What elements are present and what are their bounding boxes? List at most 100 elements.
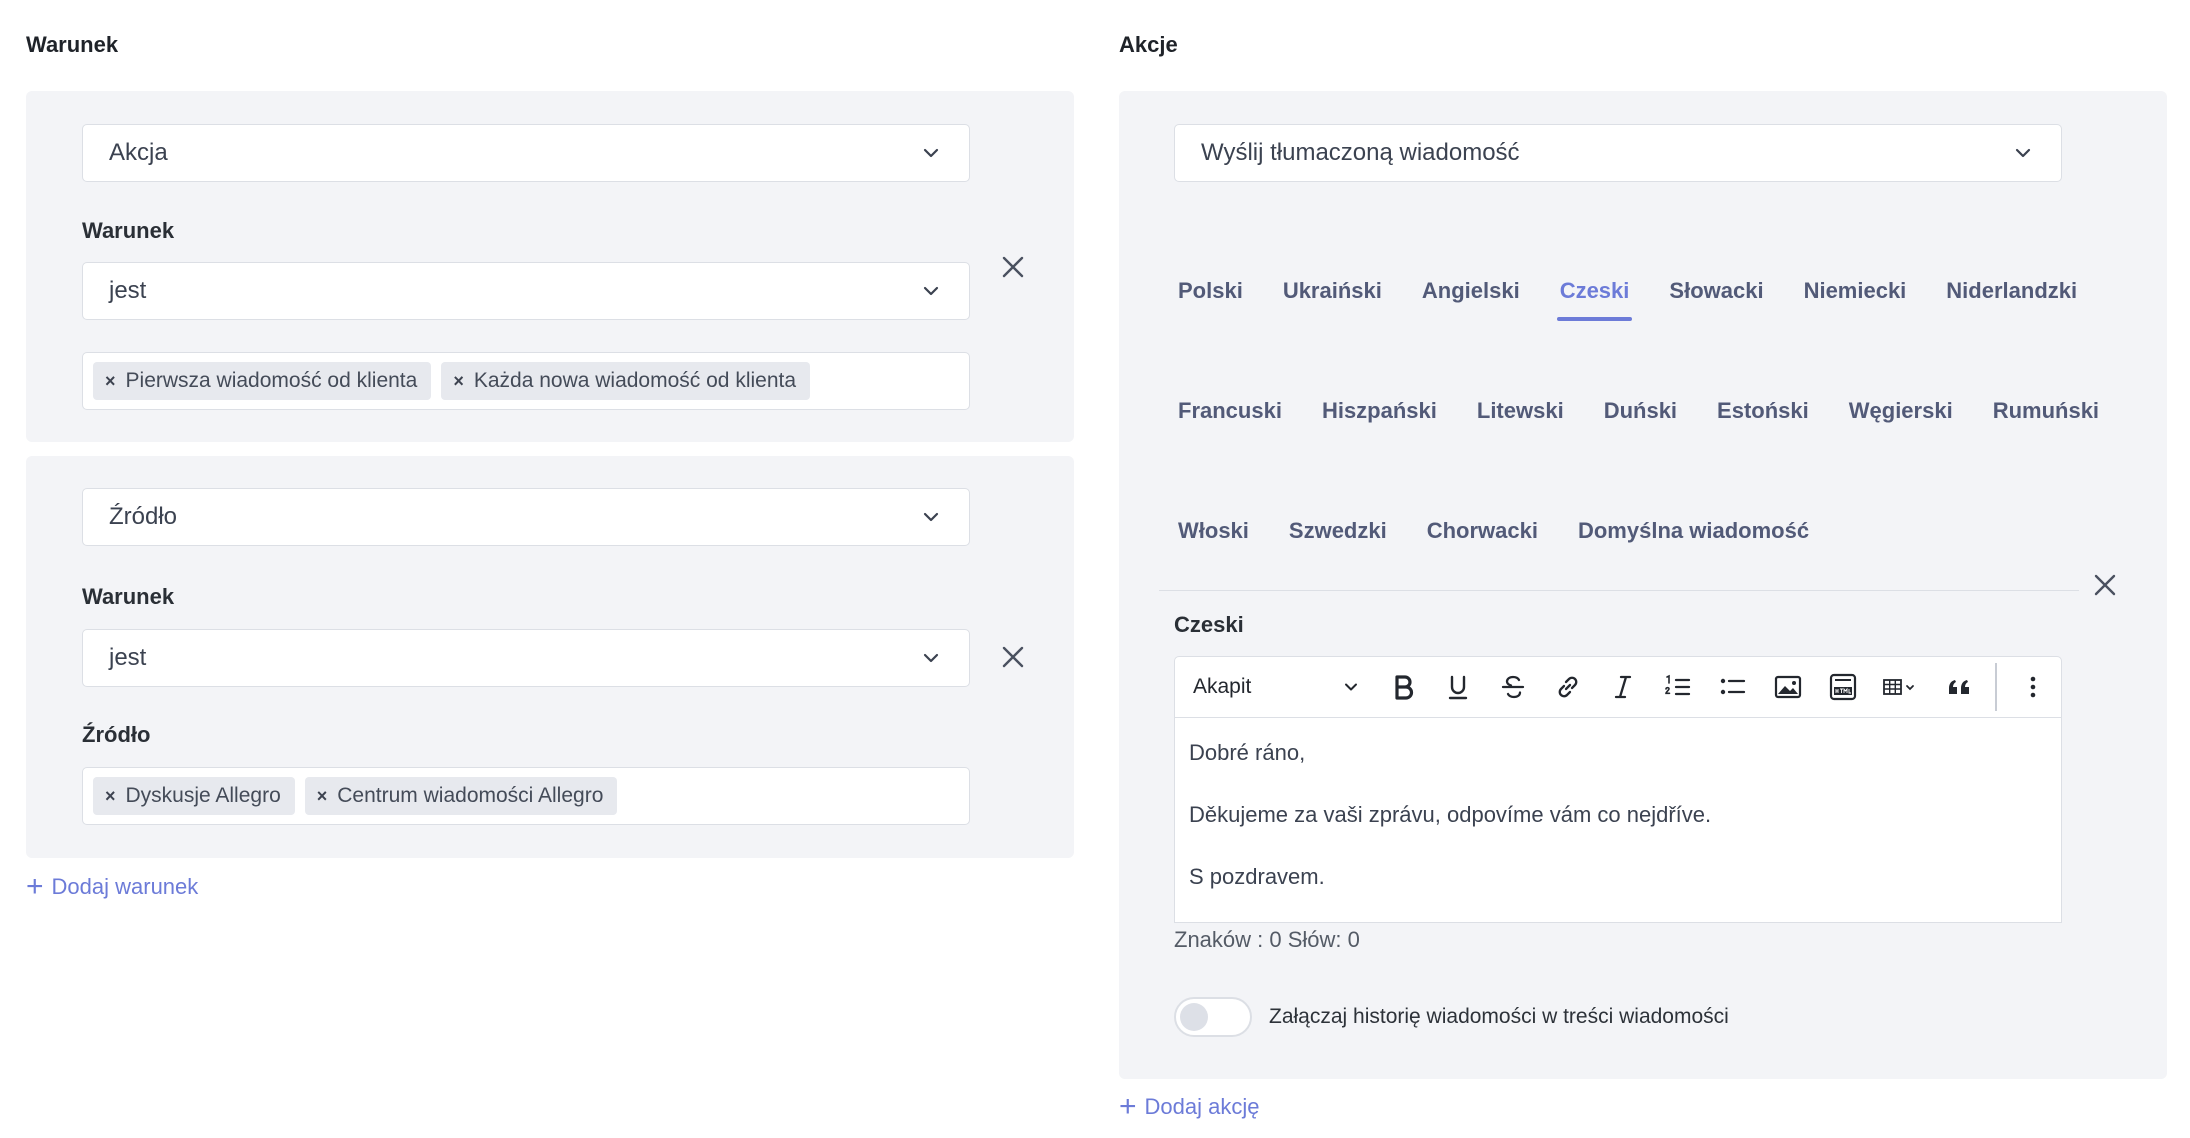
source-values-multiselect[interactable]: × Dyskusje Allegro × Centrum wiadomości … [82, 767, 970, 825]
tab-language-active[interactable]: Czeski [1556, 271, 1633, 321]
tab-language[interactable]: Szwedzki [1286, 511, 1390, 561]
tag-label: Centrum wiadomości Allegro [337, 784, 604, 807]
tab-language[interactable]: Litewski [1474, 391, 1567, 441]
tab-language[interactable]: Angielski [1419, 271, 1523, 321]
tab-language[interactable]: Hiszpański [1319, 391, 1440, 441]
tab-language[interactable]: Chorwacki [1424, 511, 1541, 561]
condition-type-select[interactable]: Źródło [82, 488, 970, 546]
remove-tag-icon[interactable]: × [105, 371, 116, 392]
strikethrough-icon [1501, 675, 1524, 699]
remove-action-icon[interactable] [2092, 572, 2118, 598]
chevron-down-icon [2015, 148, 2031, 158]
condition-type-select[interactable]: Akcja [82, 124, 970, 182]
bulleted-list-button[interactable] [1705, 656, 1760, 718]
chevron-down-icon [1345, 683, 1357, 691]
message-line: S pozdravem. [1189, 864, 1325, 889]
tab-language[interactable]: Ukraiński [1280, 271, 1385, 321]
remove-condition-icon[interactable] [1000, 254, 1026, 280]
message-line: Děkujeme za vaši zprávu, odpovíme vám co… [1189, 802, 1712, 827]
chevron-down-icon [923, 512, 939, 522]
editor-toolbar: Akapit [1174, 656, 2062, 718]
add-action-link[interactable]: + Dodaj akcję [1119, 1092, 1259, 1122]
chevron-down-icon [923, 653, 939, 663]
condition-type-value: Akcja [109, 139, 168, 166]
action-type-select[interactable]: Wyślij tłumaczoną wiadomość [1174, 124, 2062, 182]
editor-language-label: Czeski [1174, 612, 1244, 637]
language-tabs-row-1: Polski Ukraiński Angielski Czeski Słowac… [1175, 271, 2080, 321]
condition-operator-select[interactable]: jest [82, 262, 970, 320]
tag-chip: × Pierwsza wiadomość od klienta [93, 362, 432, 400]
more-options-button[interactable] [2005, 656, 2060, 718]
paragraph-style-value: Akapit [1193, 675, 1252, 698]
html-embed-button[interactable] [1815, 656, 1870, 718]
remove-tag-icon[interactable]: × [453, 371, 464, 392]
tab-language[interactable]: Polski [1175, 271, 1246, 321]
condition-block-2: Źródło Warunek jest Źródło × Dyskusje Al… [26, 456, 1074, 858]
tab-language[interactable]: Niderlandzki [1943, 271, 2080, 321]
numbered-list-button[interactable] [1650, 656, 1705, 718]
condition-operator-select[interactable]: jest [82, 629, 970, 687]
remove-condition-icon[interactable] [1000, 644, 1026, 670]
source-label: Źródło [82, 722, 151, 747]
tab-language[interactable]: Węgierski [1846, 391, 1956, 441]
underline-button[interactable] [1430, 656, 1485, 718]
condition-type-value: Źródło [109, 503, 178, 530]
tab-language[interactable]: Domyślna wiadomość [1575, 511, 1812, 561]
condition-values-multiselect[interactable]: × Pierwsza wiadomość od klienta × Każda … [82, 352, 970, 410]
condition-operator-value: jest [109, 277, 147, 304]
remove-tag-icon[interactable]: × [317, 786, 328, 807]
image-button[interactable] [1760, 656, 1815, 718]
table-button[interactable] [1870, 656, 1932, 718]
remove-tag-icon[interactable]: × [105, 786, 116, 807]
tag-label: Dyskusje Allegro [125, 784, 281, 807]
image-icon [1774, 675, 1801, 699]
table-icon [1883, 679, 1914, 695]
bulleted-list-icon [1720, 678, 1745, 695]
strikethrough-button[interactable] [1485, 656, 1540, 718]
tab-language[interactable]: Duński [1601, 391, 1680, 441]
attach-history-toggle[interactable] [1174, 997, 1252, 1037]
chevron-down-icon [923, 286, 939, 296]
tag-label: Każda nowa wiadomość od klienta [473, 369, 797, 392]
automation-rule-editor: Warunek Akcja Warunek jest × Pierwsza wi… [0, 0, 2190, 1138]
tabs-divider [1159, 590, 2079, 591]
language-tabs-row-2: Francuski Hiszpański Litewski Duński Est… [1175, 391, 2102, 441]
condition-block-1: Akcja Warunek jest × Pierwsza wiadomość … [26, 91, 1074, 442]
add-condition-label: Dodaj warunek [51, 874, 199, 899]
condition-label: Warunek [82, 218, 175, 243]
tag-chip: × Dyskusje Allegro [93, 777, 295, 815]
plus-icon: + [1119, 1090, 1137, 1123]
conditions-title: Warunek [26, 32, 119, 57]
link-button[interactable] [1540, 656, 1595, 718]
tag-chip: × Centrum wiadomości Allegro [304, 777, 618, 815]
message-line: Dobré ráno, [1189, 740, 1306, 765]
underline-icon [1448, 675, 1467, 700]
tab-language[interactable]: Słowacki [1666, 271, 1766, 321]
numbered-list-icon [1664, 674, 1690, 696]
add-action-label: Dodaj akcję [1144, 1094, 1260, 1119]
bold-button[interactable] [1375, 656, 1430, 718]
condition-operator-value: jest [109, 644, 147, 671]
attach-history-label: Załączaj historię wiadomości w treści wi… [1269, 1005, 1729, 1028]
tab-language[interactable]: Włoski [1175, 511, 1252, 561]
character-word-counter: Znaków : 0 Słów: 0 [1174, 927, 1360, 952]
more-vertical-icon [2030, 676, 2035, 698]
language-tabs-row-3: Włoski Szwedzki Chorwacki Domyślna wiado… [1175, 511, 1812, 561]
italic-button[interactable] [1595, 656, 1650, 718]
tab-language[interactable]: Rumuński [1990, 391, 2102, 441]
paragraph-style-select[interactable]: Akapit [1175, 675, 1375, 699]
chevron-down-icon [923, 148, 939, 158]
tab-language[interactable]: Estoński [1714, 391, 1812, 441]
tag-chip: × Każda nowa wiadomość od klienta [441, 362, 811, 400]
action-type-value: Wyślij tłumaczoną wiadomość [1201, 139, 1520, 166]
plus-icon: + [26, 870, 44, 903]
condition-label: Warunek [82, 584, 175, 609]
toolbar-separator [1995, 663, 1997, 711]
italic-icon [1614, 675, 1631, 699]
tab-language[interactable]: Niemiecki [1801, 271, 1910, 321]
toggle-knob [1180, 1003, 1208, 1031]
message-editor[interactable]: Dobré ráno, Děkujeme za vaši zprávu, odp… [1174, 718, 2062, 923]
add-condition-link[interactable]: + Dodaj warunek [26, 872, 198, 902]
tab-language[interactable]: Francuski [1175, 391, 1285, 441]
blockquote-button[interactable] [1932, 656, 1987, 718]
